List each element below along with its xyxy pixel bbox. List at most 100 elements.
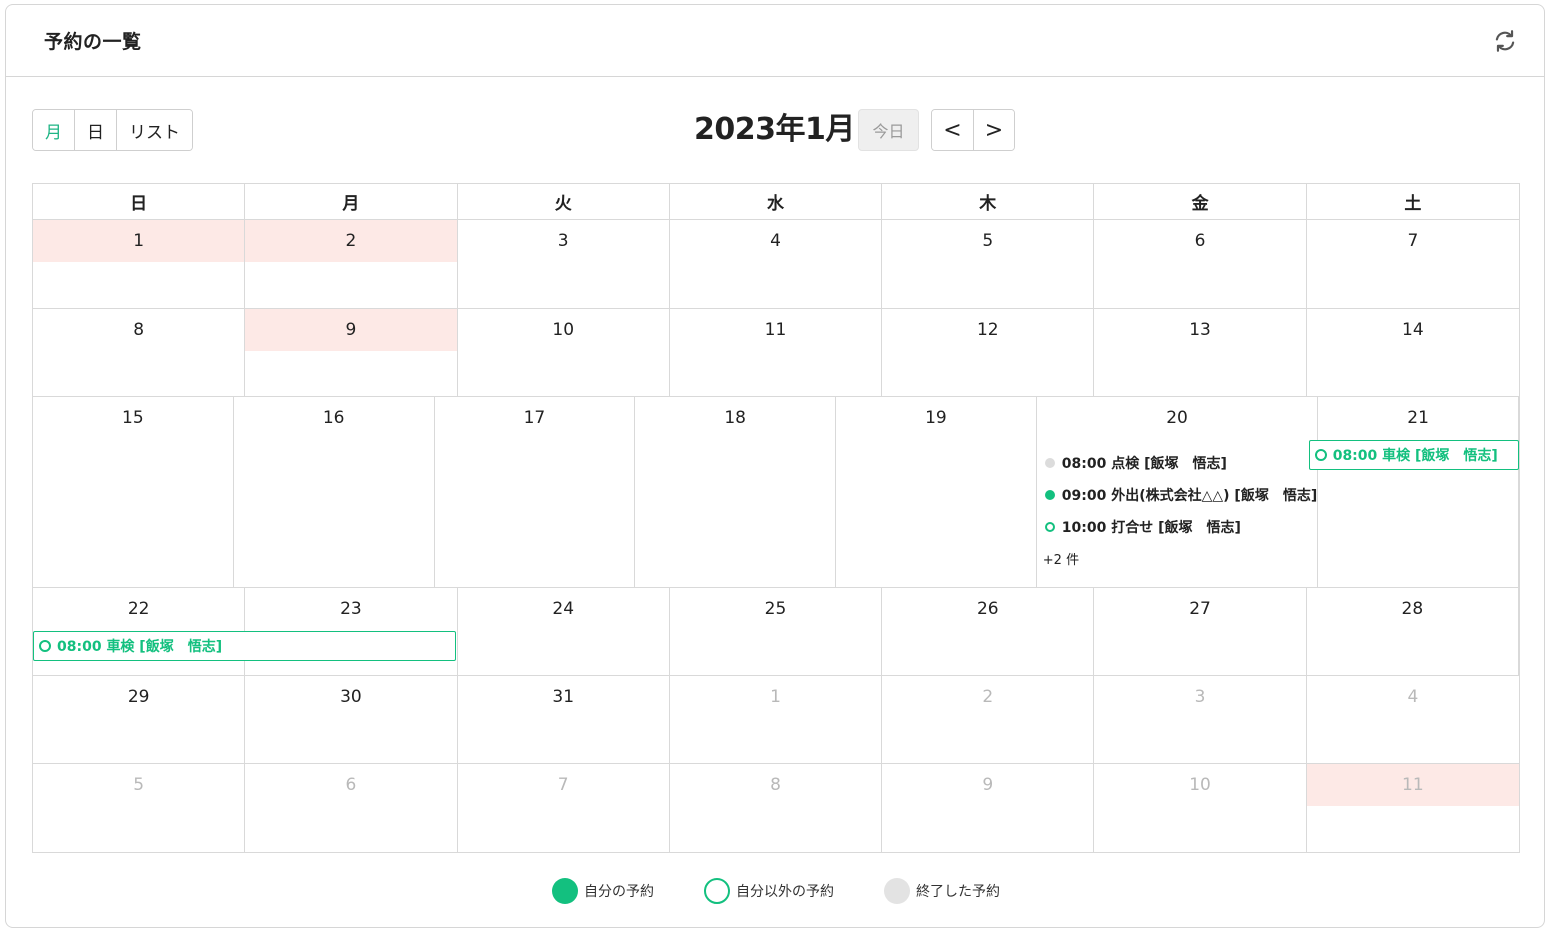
day-cell[interactable]: 13 [1094,309,1307,396]
day-cell[interactable]: 7 [1307,220,1519,308]
day-cell[interactable]: 12 [882,309,1095,396]
day-number[interactable]: 10 [458,309,669,351]
day-number[interactable]: 15 [33,397,233,439]
day-number[interactable]: 22 [33,588,244,630]
day-number[interactable]: 3 [458,220,669,262]
view-list-button[interactable]: リスト [117,110,192,150]
day-cell[interactable]: 11 [670,309,883,396]
day-cell[interactable]: 29 [33,676,246,763]
day-number[interactable]: 13 [1094,309,1305,351]
day-number[interactable]: 3 [1094,676,1305,718]
day-number[interactable]: 7 [458,764,669,806]
day-cell[interactable]: 5 [33,764,246,852]
event-item[interactable]: 09:00 外出(株式会社△△) [飯塚 悟志] [1041,479,1317,511]
refresh-button[interactable] [1490,26,1520,56]
day-number[interactable]: 18 [635,397,835,439]
day-cell[interactable]: 3 [1094,676,1307,763]
day-number[interactable]: 26 [882,588,1093,630]
ended-reservation-swatch [884,878,910,904]
day-cell[interactable]: 10 [458,309,670,396]
day-cell[interactable]: 8 [670,764,883,852]
day-cell[interactable]: 21 [1318,397,1519,587]
view-day-button[interactable]: 日 [75,110,117,150]
day-number[interactable]: 30 [245,676,456,718]
day-number[interactable]: 7 [1307,220,1519,262]
day-cell[interactable]: 9 [882,764,1095,852]
day-number[interactable]: 29 [33,676,244,718]
day-number[interactable]: 1 [670,676,881,718]
day-cell[interactable]: 2 [882,676,1095,763]
day-cell[interactable]: 2 [245,220,458,308]
day-cell[interactable]: 18 [635,397,837,587]
day-cell[interactable]: 1 [670,676,883,763]
own-reservation-swatch [552,878,578,904]
day-number[interactable]: 11 [1306,764,1519,806]
day-number[interactable]: 19 [836,397,1036,439]
day-number[interactable]: 9 [882,764,1093,806]
event-label: 08:00 車検 [飯塚 悟志] [1332,448,1498,464]
prev-month-button[interactable]: < [932,110,973,150]
more-events-link[interactable]: +2 件 [1041,543,1317,573]
day-number[interactable]: 17 [435,397,635,439]
day-cell[interactable]: 26 [882,588,1095,675]
day-cell[interactable]: 3 [458,220,670,308]
day-number[interactable]: 14 [1307,309,1519,351]
day-cell[interactable]: 4 [1307,676,1519,763]
day-number[interactable]: 8 [33,309,244,351]
legend-label: 自分の予約 [584,884,654,900]
day-number[interactable]: 12 [882,309,1093,351]
event-item[interactable]: 10:00 打合せ [飯塚 悟志] [1041,511,1317,543]
day-cell[interactable]: 4 [670,220,883,308]
day-cell[interactable]: 20 08:00 点検 [飯塚 悟志] 09:00 外出(株式会社△△) [飯塚 悟… [1037,397,1319,587]
day-cell[interactable]: 11 [1306,764,1519,852]
day-cell[interactable]: 1 [33,220,246,308]
event-item[interactable]: 08:00 点検 [飯塚 悟志] [1041,447,1317,479]
day-cell[interactable]: 6 [1094,220,1307,308]
day-number[interactable]: 4 [1307,676,1519,718]
day-cell[interactable]: 25 [670,588,883,675]
day-number[interactable]: 9 [245,309,457,351]
day-cell[interactable]: 28 [1307,588,1519,675]
day-number[interactable]: 5 [33,764,244,806]
day-number[interactable]: 20 [1037,397,1317,439]
day-cell[interactable]: 15 [33,397,234,587]
day-number[interactable]: 21 [1318,397,1518,439]
next-month-button[interactable]: > [973,110,1014,150]
day-cell[interactable]: 24 [458,588,670,675]
day-cell[interactable]: 7 [458,764,670,852]
day-cell[interactable]: 8 [33,309,246,396]
day-number[interactable]: 1 [33,220,245,262]
day-cell[interactable]: 9 [245,309,458,396]
view-month-button[interactable]: 月 [33,110,75,150]
day-cell[interactable]: 10 [1094,764,1307,852]
day-number[interactable]: 31 [458,676,669,718]
day-number[interactable]: 6 [1094,220,1305,262]
day-cell[interactable]: 14 [1307,309,1519,396]
day-number[interactable]: 28 [1307,588,1518,630]
day-number[interactable]: 27 [1094,588,1305,630]
day-number[interactable]: 25 [670,588,881,630]
day-number[interactable]: 24 [458,588,669,630]
day-cell[interactable]: 16 [234,397,435,587]
day-number[interactable]: 23 [245,588,456,630]
multi-day-event[interactable]: 08:00 車検 [飯塚 悟志] [1308,440,1519,470]
day-number[interactable]: 8 [670,764,881,806]
day-cell[interactable]: 17 [435,397,636,587]
day-number[interactable]: 5 [882,220,1093,262]
day-cell[interactable]: 27 [1094,588,1307,675]
day-number[interactable]: 2 [245,220,457,262]
today-button[interactable]: 今日 [858,109,919,151]
day-number[interactable]: 11 [670,309,881,351]
day-cell[interactable]: 6 [245,764,458,852]
day-number[interactable]: 2 [882,676,1093,718]
day-number[interactable]: 4 [670,220,881,262]
event-status-dot-icon [1044,522,1055,532]
day-cell[interactable]: 30 [245,676,458,763]
day-cell[interactable]: 19 [836,397,1037,587]
day-number[interactable]: 10 [1094,764,1305,806]
multi-day-event[interactable]: 08:00 車検 [飯塚 悟志] [33,631,456,661]
day-number[interactable]: 6 [245,764,456,806]
day-number[interactable]: 16 [234,397,434,439]
day-cell[interactable]: 5 [882,220,1095,308]
day-cell[interactable]: 31 [458,676,670,763]
